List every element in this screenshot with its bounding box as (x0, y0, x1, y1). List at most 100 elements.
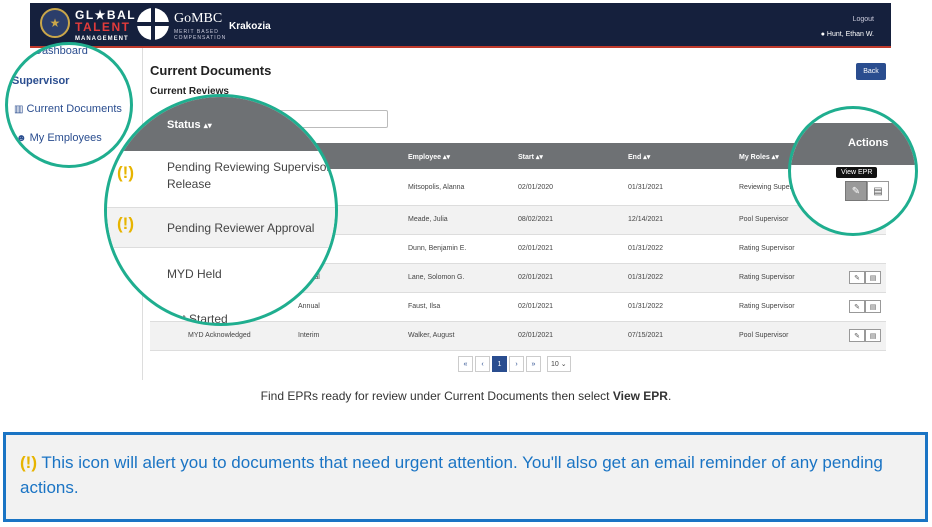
table-row[interactable]: MYD Acknowledged Interim Walker, August … (150, 322, 886, 351)
status-text: MYD Held (167, 267, 222, 281)
sort-icon: ▴▾ (443, 154, 451, 161)
user-name: Hunt, Ethan W. (826, 31, 874, 38)
view-epr-tooltip: View EPR (836, 167, 878, 178)
caption-text: Find EPRs ready for review under Current… (260, 389, 613, 403)
actions-column-header: Actions (848, 137, 889, 149)
edit-icon[interactable]: ✎ (849, 271, 865, 284)
sort-icon: ▴▾ (535, 154, 543, 161)
document-icon[interactable]: ▤ (865, 271, 881, 284)
app-name: GoMBC (174, 11, 223, 26)
column-start[interactable]: Start ▴▾ (518, 153, 543, 161)
app-context: Krakozia (229, 21, 271, 32)
prev-page-button[interactable]: ‹ (475, 356, 490, 372)
gombc-logo-icon (137, 8, 169, 40)
role-cell: Rating Supervisor (739, 274, 795, 281)
start-cell: 02/01/2021 (518, 303, 554, 310)
end-cell: 01/31/2021 (628, 184, 664, 191)
urgent-warning-icon: (!) (117, 163, 134, 182)
caption-tail: . (667, 389, 672, 403)
sort-icon: ▴▾ (771, 154, 779, 161)
view-epr-button[interactable]: ✎ (845, 181, 867, 201)
caption-bold: View EPR (612, 389, 668, 403)
logo-line-2: TALENT (75, 20, 131, 34)
back-button[interactable]: Back (856, 63, 886, 80)
start-cell: 02/01/2021 (518, 332, 554, 339)
logout-link[interactable]: Logout (853, 16, 874, 23)
chevron-down-icon: ⌄ (560, 361, 567, 368)
document-icon[interactable]: ▤ (865, 329, 881, 342)
actions-zoom: Actions View EPR ✎ ▤ ✎ ▤ (788, 106, 918, 236)
sidebar-item-current-documents[interactable]: ▥ Current Documents (14, 103, 122, 115)
employee-cell: Dunn, Benjamin E. (408, 245, 467, 252)
column-end-label: End (628, 154, 642, 161)
start-cell: 02/01/2021 (518, 274, 554, 281)
urgent-warning-icon: (!) (20, 453, 37, 472)
sort-icon: ▴▾ (643, 154, 651, 161)
status-header-bg (107, 97, 335, 151)
column-employee[interactable]: Employee ▴▾ (408, 153, 450, 161)
sidebar-item-label: My Employees (29, 132, 102, 144)
edit-icon[interactable]: ✎ (849, 329, 865, 342)
pagination: « ‹ 1 › » 10 ⌄ (458, 356, 571, 372)
row-actions: ✎ ▤ (845, 181, 889, 201)
sort-icon: ▴▾ (203, 121, 212, 130)
status-header-label: Status (167, 119, 201, 131)
end-cell: 01/31/2022 (628, 245, 664, 252)
note-text: This icon will alert you to documents th… (20, 453, 883, 497)
sidebar-item-my-employees[interactable]: ☻ My Employees (16, 132, 102, 144)
page-size-value: 10 (551, 360, 559, 368)
column-start-label: Start (518, 154, 534, 161)
sidebar-dashboard-link[interactable]: Dashboard (34, 45, 88, 57)
first-page-button[interactable]: « (458, 356, 473, 372)
role-cell: Rating Supervisor (739, 245, 795, 252)
bar-chart-icon: ▥ (14, 104, 24, 115)
page-title: Current Documents (150, 63, 272, 78)
page-size-select[interactable]: 10 ⌄ (547, 356, 571, 372)
start-cell: 02/01/2021 (518, 245, 554, 252)
app-subtitle: MERIT BASED COMPENSATION (174, 29, 227, 41)
start-cell: 02/01/2020 (518, 184, 554, 191)
status-text: Pending Reviewing Supervisor Release (167, 160, 331, 191)
caption: Find EPRs ready for review under Current… (0, 389, 932, 403)
column-employee-label: Employee (408, 154, 442, 161)
type-cell: Interim (298, 332, 320, 339)
end-cell: 12/14/2021 (628, 216, 664, 223)
employee-cell: Walker, August (408, 332, 455, 339)
status-zoom: Status ▴▾ (!) Pending Reviewing Supervis… (104, 94, 338, 326)
urgent-warning-icon: (!) (117, 214, 134, 233)
end-cell: 01/31/2022 (628, 274, 664, 281)
employee-cell: Meade, Julia (408, 216, 448, 223)
people-icon: ☻ (16, 133, 27, 144)
status-column-header[interactable]: Status ▴▾ (167, 119, 212, 131)
header-divider (30, 46, 891, 48)
row-actions: ✎ ▤ (849, 271, 881, 284)
column-roles-label: My Roles (739, 154, 770, 161)
employee-cell: Lane, Solomon G. (408, 274, 465, 281)
column-end[interactable]: End ▴▾ (628, 153, 650, 161)
urgent-note: (!) This icon will alert you to document… (3, 432, 928, 522)
employee-cell: Mitsopolis, Alanna (408, 184, 465, 191)
row-actions: ✎ ▤ (849, 300, 881, 313)
role-cell: Pool Supervisor (739, 332, 789, 339)
start-cell: 08/02/2021 (518, 216, 554, 223)
top-bar: ★ GL★BAL TALENT MANAGEMENT GoMBC MERIT B… (30, 3, 891, 46)
row-actions: ✎ ▤ (849, 329, 881, 342)
end-cell: 07/15/2021 (628, 332, 664, 339)
user-icon: ● (820, 31, 825, 38)
last-page-button[interactable]: » (526, 356, 541, 372)
end-cell: 01/31/2022 (628, 303, 664, 310)
role-cell: Rating Supervisor (739, 303, 795, 310)
sidebar-section-label: Supervisor (12, 75, 70, 87)
state-seal-icon: ★ (40, 8, 70, 38)
page-1-button[interactable]: 1 (492, 356, 507, 372)
next-page-button[interactable]: › (509, 356, 524, 372)
role-cell: Pool Supervisor (739, 216, 789, 223)
edit-icon[interactable]: ✎ (849, 300, 865, 313)
user-menu[interactable]: ● Hunt, Ethan W. (821, 31, 874, 38)
document-icon[interactable]: ▤ (865, 300, 881, 313)
column-my-roles[interactable]: My Roles ▴▾ (739, 153, 779, 161)
type-cell: Annual (298, 303, 320, 310)
gtm-logo: GL★BAL TALENT MANAGEMENT (75, 9, 136, 45)
employee-cell: Faust, Ilsa (408, 303, 441, 310)
document-icon[interactable]: ▤ (867, 181, 889, 201)
